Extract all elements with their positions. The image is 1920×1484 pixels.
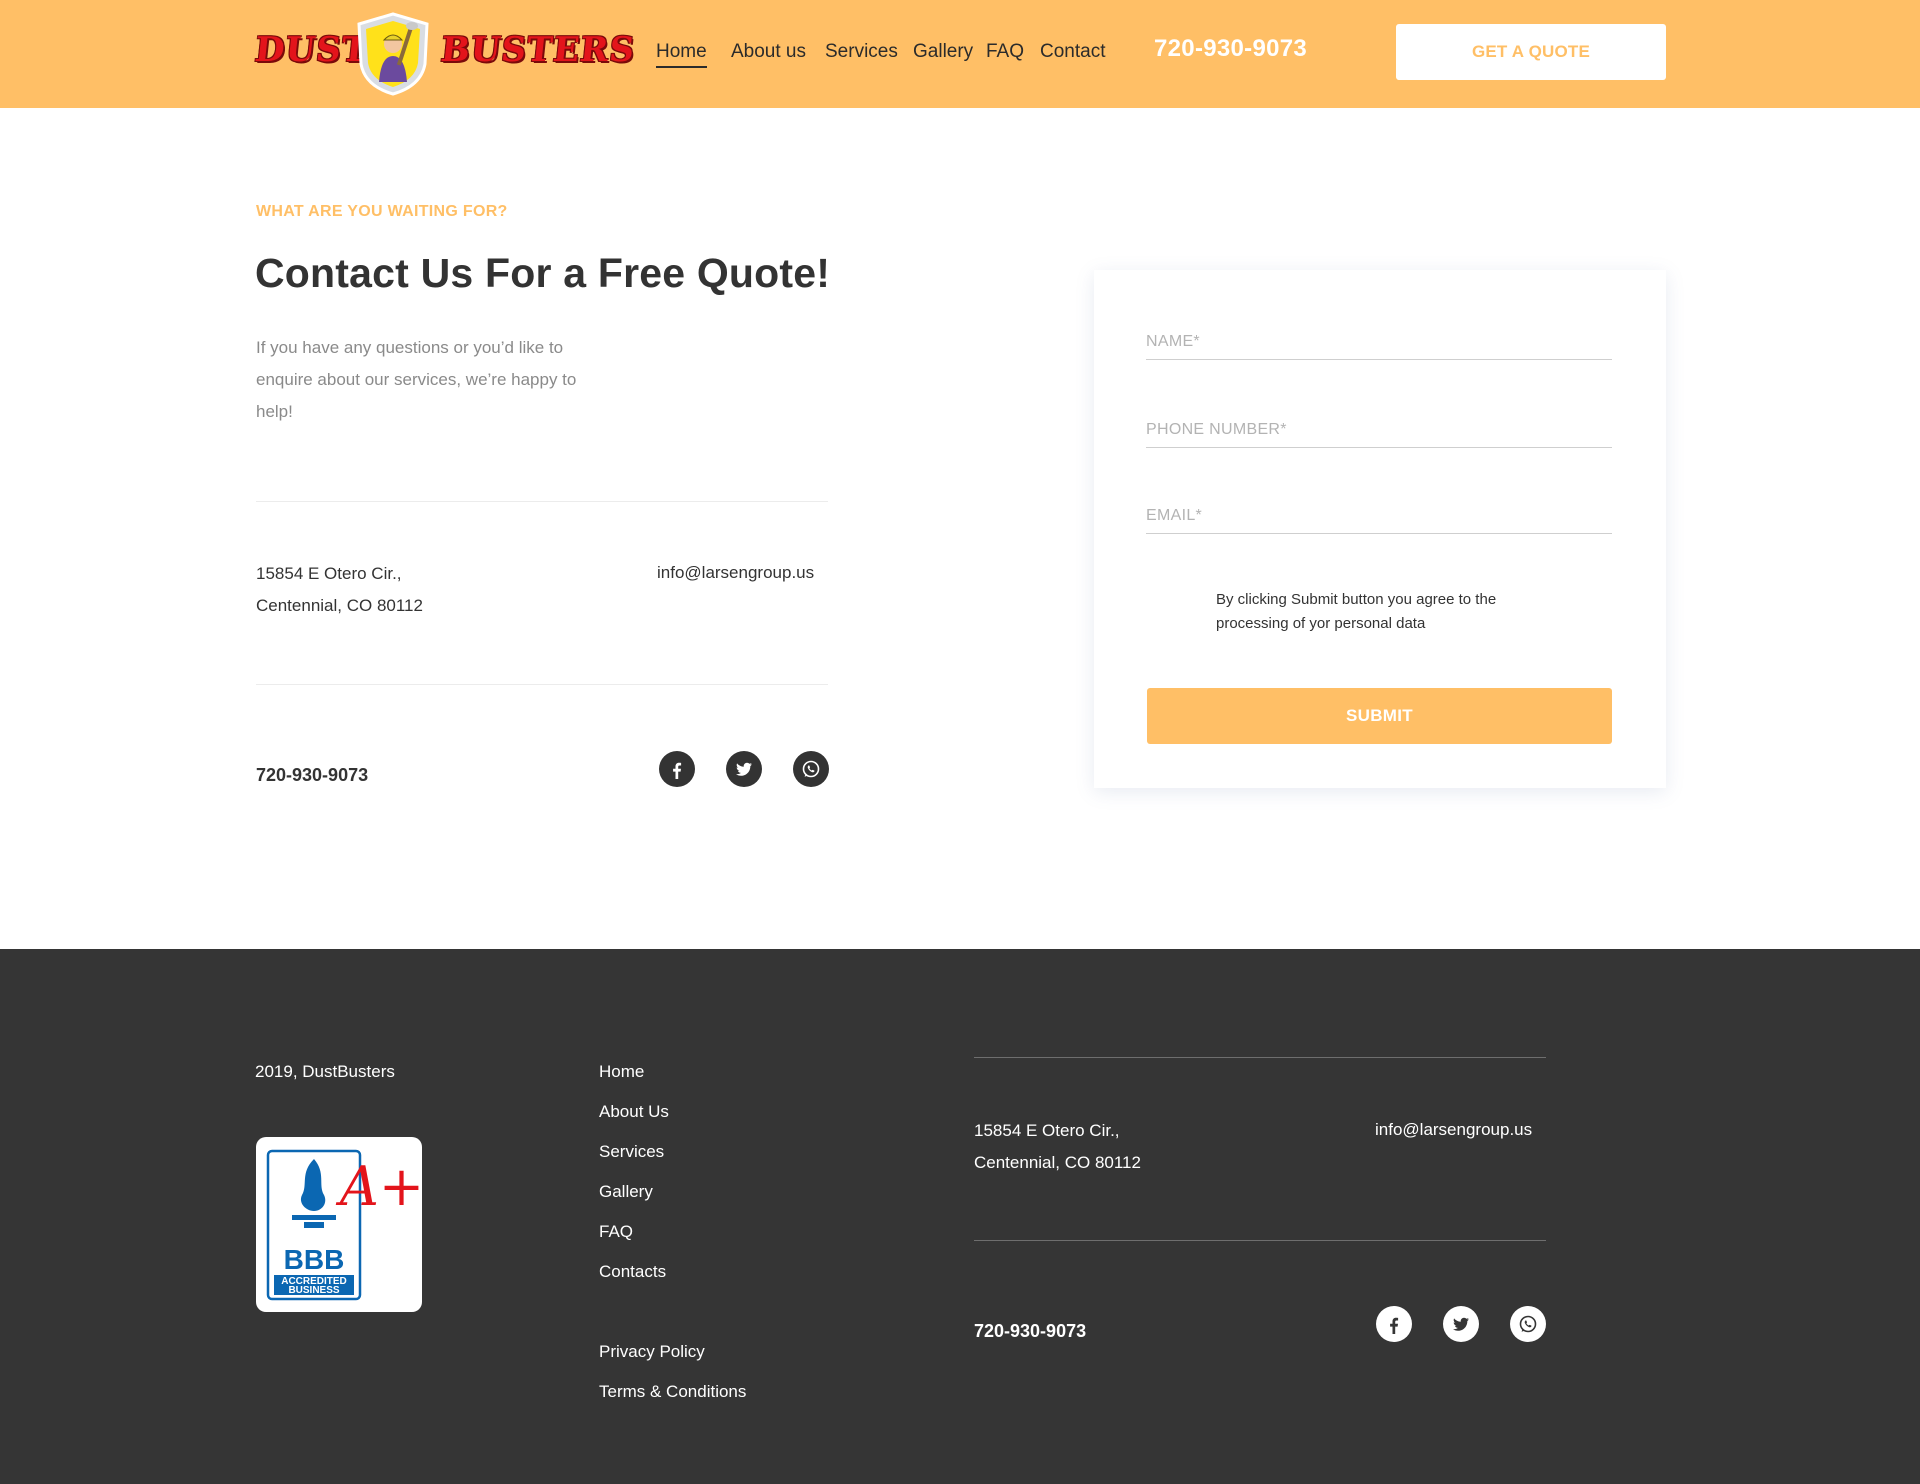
address-line-1: 15854 E Otero Cir., — [256, 564, 402, 583]
footer-link-about-us[interactable]: About Us — [599, 1102, 669, 1122]
email-input[interactable] — [1146, 507, 1612, 525]
footer-divider-bottom — [974, 1240, 1546, 1241]
nav-faq[interactable]: FAQ — [986, 40, 1024, 64]
phone-field — [1146, 408, 1612, 448]
phone-number-input[interactable] — [1146, 421, 1612, 439]
divider-top — [256, 501, 828, 502]
footer-link-terms[interactable]: Terms & Conditions — [599, 1382, 746, 1402]
footer-address-line-1: 15854 E Otero Cir., — [974, 1121, 1120, 1140]
whatsapp-icon[interactable] — [793, 751, 829, 787]
bbb-logo-icon: BBB ACCREDITED BUSINESS A+ — [266, 1149, 424, 1301]
footer-twitter-icon[interactable] — [1443, 1306, 1479, 1342]
site-header: DUST BUSTERS Home About us Services Gall… — [0, 0, 1920, 108]
contact-email[interactable]: info@larsengroup.us — [657, 563, 814, 583]
footer-link-gallery[interactable]: Gallery — [599, 1182, 653, 1202]
footer-address: 15854 E Otero Cir., Centennial, CO 80112 — [974, 1115, 1141, 1179]
footer-facebook-icon[interactable] — [1376, 1306, 1412, 1342]
dustbusters-logo[interactable]: DUST BUSTERS — [252, 12, 637, 96]
nav-about-us[interactable]: About us — [731, 40, 806, 64]
page-title: Contact Us For a Free Quote! — [255, 250, 831, 296]
footer-link-home[interactable]: Home — [599, 1062, 644, 1082]
twitter-icon[interactable] — [726, 751, 762, 787]
footer-social-links — [1376, 1306, 1546, 1342]
quote-form: By clicking Submit button you agree to t… — [1094, 270, 1666, 788]
nav-gallery[interactable]: Gallery — [913, 40, 973, 64]
nav-services[interactable]: Services — [825, 40, 898, 64]
email-field — [1146, 494, 1612, 534]
header-phone-number[interactable]: 720-930-9073 — [1154, 35, 1307, 63]
intro-text: If you have any questions or you’d like … — [256, 338, 577, 421]
contact-phone[interactable]: 720-930-9073 — [256, 765, 368, 786]
footer-whatsapp-icon[interactable] — [1510, 1306, 1546, 1342]
nav-home[interactable]: Home — [656, 40, 707, 68]
bbb-accreditation-badge[interactable]: BBB ACCREDITED BUSINESS A+ — [256, 1137, 424, 1312]
footer-copyright: 2019, DustBusters — [255, 1062, 395, 1081]
contact-address: 15854 E Otero Cir., Centennial, CO 80112 — [256, 558, 423, 622]
social-links — [659, 751, 829, 787]
cleaner-mascot-icon — [357, 12, 429, 96]
submit-button[interactable]: SUBMIT — [1147, 688, 1612, 744]
bbb-letters: BBB — [284, 1244, 345, 1275]
get-a-quote-button[interactable]: GET A QUOTE — [1396, 24, 1666, 80]
site-footer: 2019, DustBusters BBB ACCREDITED BUSINES… — [0, 949, 1920, 1484]
footer-link-faq[interactable]: FAQ — [599, 1222, 633, 1242]
footer-link-privacy-policy[interactable]: Privacy Policy — [599, 1342, 705, 1362]
bbb-caption-2: BUSINESS — [288, 1285, 339, 1296]
logo-word-busters: BUSTERS — [438, 30, 638, 70]
consent-text: By clicking Submit button you agree to t… — [1216, 591, 1497, 632]
footer-address-line-2: Centennial, CO 80112 — [974, 1153, 1141, 1172]
name-input[interactable] — [1146, 333, 1612, 351]
logo-word-dust: DUST — [252, 30, 371, 70]
facebook-icon[interactable] — [659, 751, 695, 787]
nav-contact[interactable]: Contact — [1040, 40, 1105, 64]
footer-phone[interactable]: 720-930-9073 — [974, 1321, 1086, 1342]
divider-bottom — [256, 684, 828, 685]
name-field — [1146, 320, 1612, 360]
address-line-2: Centennial, CO 80112 — [256, 596, 423, 615]
footer-email[interactable]: info@larsengroup.us — [1375, 1120, 1532, 1140]
footer-link-services[interactable]: Services — [599, 1142, 664, 1162]
section-eyebrow: WHAT ARE YOU WAITING FOR? — [256, 203, 508, 220]
footer-divider-top — [974, 1057, 1546, 1058]
footer-link-contacts[interactable]: Contacts — [599, 1262, 666, 1282]
bbb-rating: A+ — [335, 1155, 422, 1218]
